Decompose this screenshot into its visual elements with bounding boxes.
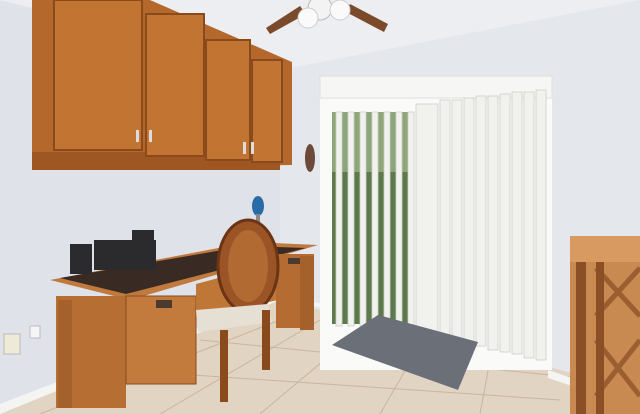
wine-rack-shelf (570, 236, 640, 414)
wall-switch (29, 325, 41, 339)
room-illustration (0, 0, 640, 414)
sliding-door (319, 75, 553, 370)
home-office-photo (0, 0, 640, 414)
wall-sconce (305, 144, 315, 172)
wall-outlet (3, 333, 21, 355)
